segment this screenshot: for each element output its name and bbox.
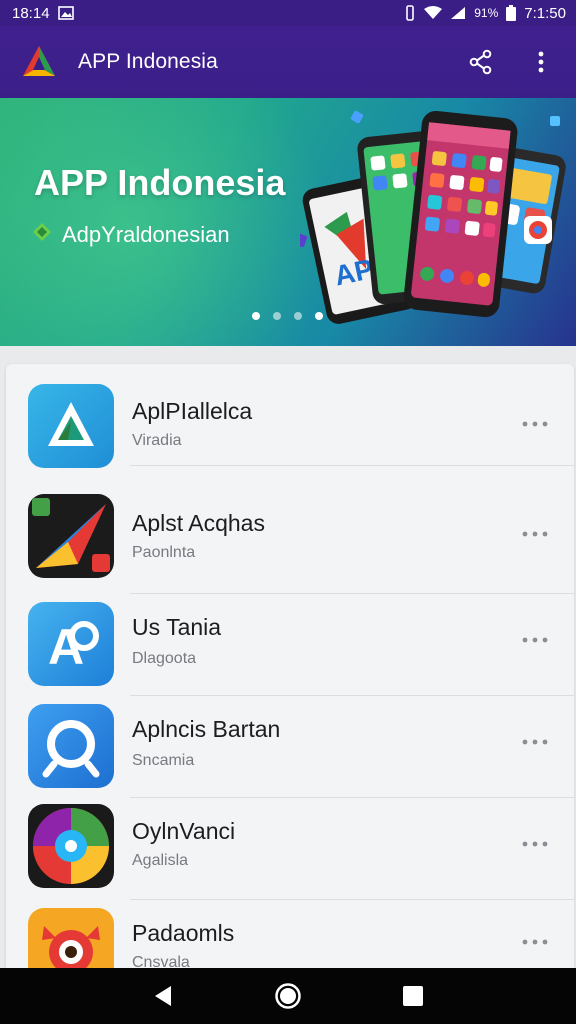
more-horiz-icon[interactable] (520, 414, 550, 434)
more-horiz-icon[interactable] (520, 732, 550, 752)
app-name: Us Tania (132, 614, 222, 640)
wifi-icon (424, 6, 443, 20)
gallery-notification-icon (57, 6, 74, 20)
back-icon[interactable] (143, 976, 183, 1016)
banner-subtitle: AdpYraldonesian (62, 222, 230, 247)
app-name: Padaomls (132, 920, 235, 946)
app-subtitle: Agalisla (132, 852, 189, 869)
owl-app-icon (28, 908, 114, 968)
banner-title: APP Indonesia (34, 162, 286, 203)
status-time-left: 18:14 (12, 4, 50, 22)
list-item[interactable]: Aplst Acqhas Paonlnta (6, 484, 574, 594)
divider (130, 465, 574, 466)
app-subtitle: Sncamia (132, 752, 195, 769)
banner-pagination (252, 312, 323, 320)
triangle-app-icon (28, 384, 114, 468)
app-subtitle: Viradia (132, 432, 182, 449)
diamond-icon (32, 222, 52, 248)
game-wheel-app-icon (28, 804, 114, 888)
more-horiz-icon[interactable] (520, 524, 550, 544)
app-list: AplPIallelca Viradia Aplst Acqhas Paonln… (6, 364, 574, 968)
app-actions (466, 47, 556, 77)
list-item[interactable]: Padaomls Cnsvala (6, 900, 574, 968)
banner-subtitle-row: AdpYraldonesian (32, 222, 230, 248)
battery-percent: 91% (474, 6, 499, 20)
status-left: 18:14 (12, 5, 74, 22)
search-ring-app-icon (28, 704, 114, 788)
app-subtitle: Dlagoota (132, 650, 197, 667)
battery-icon (506, 5, 517, 21)
app-bar: APP Indonesia (0, 26, 576, 98)
signal-icon (450, 6, 466, 20)
app-name: OylnVanci (132, 818, 236, 844)
app-name: Aplst Acqhas (132, 510, 265, 536)
app-subtitle: Cnsvala (132, 954, 190, 968)
phones-illustration-icon: AP (300, 110, 566, 324)
pagination-dot[interactable] (315, 312, 323, 320)
vibrate-icon (404, 5, 416, 21)
app-subtitle: Paonlnta (132, 544, 196, 561)
status-bar: 18:14 91% 7:1:50 (0, 0, 576, 26)
list-item[interactable]: OylnVanci Agalisla (6, 798, 574, 900)
pagination-dot[interactable] (273, 312, 281, 320)
more-vert-icon[interactable] (526, 47, 556, 77)
pagination-dot[interactable] (294, 312, 302, 320)
app-name: Aplncis Bartan (132, 716, 281, 742)
recents-icon[interactable] (393, 976, 433, 1016)
more-horiz-icon[interactable] (520, 834, 550, 854)
app-title: APP Indonesia (78, 50, 218, 73)
more-horiz-icon[interactable] (520, 932, 550, 952)
paper-plane-app-icon (28, 494, 114, 578)
list-item[interactable]: AplPIallelca Viradia (6, 364, 574, 468)
pagination-dot[interactable] (252, 312, 260, 320)
status-clock: 7:1:50 (524, 4, 566, 22)
list-item[interactable]: A Us Tania Dlagoota (6, 594, 574, 696)
app-logo-icon (20, 43, 58, 81)
home-icon[interactable] (268, 976, 308, 1016)
status-right: 91% 7:1:50 (404, 5, 566, 22)
more-horiz-icon[interactable] (520, 630, 550, 650)
letter-a-app-icon: A (28, 602, 114, 686)
navigation-bar (0, 968, 576, 1024)
list-item[interactable]: Aplncis Bartan Sncamia (6, 696, 574, 798)
app-name: AplPIallelca (132, 398, 253, 424)
share-icon[interactable] (466, 47, 496, 77)
